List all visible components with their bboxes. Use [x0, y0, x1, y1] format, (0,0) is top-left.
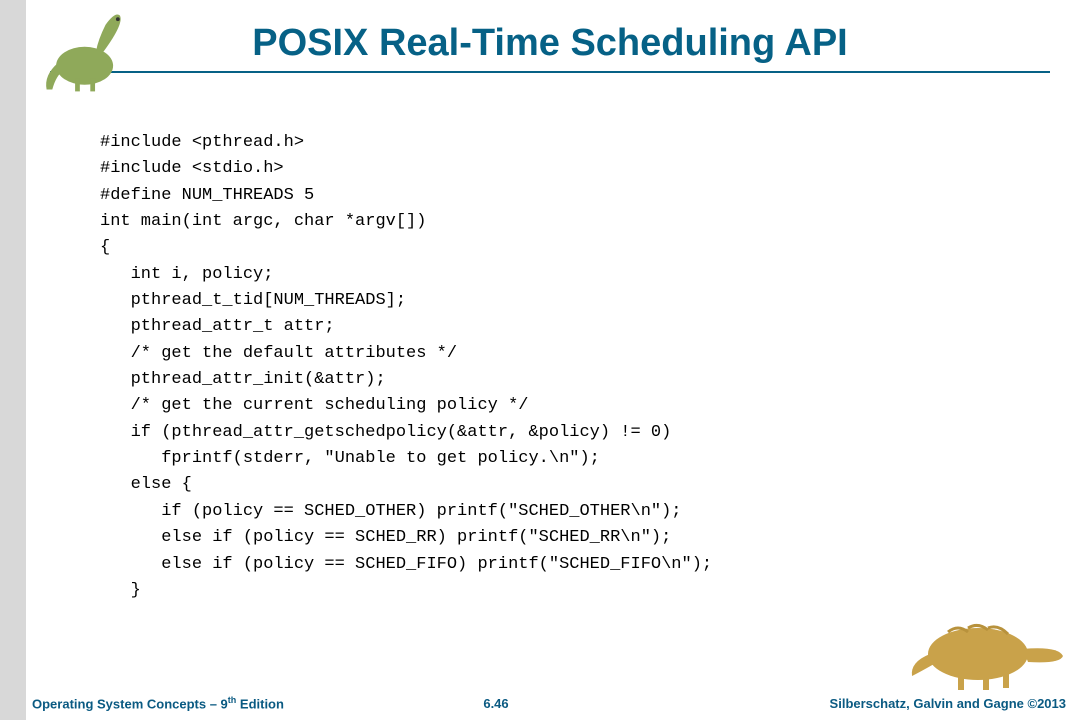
footer-book-title: Operating System Concepts – 9th Edition — [26, 695, 386, 711]
slide-header: POSIX Real-Time Scheduling API — [0, 0, 1080, 73]
footer-left-suffix: Edition — [236, 696, 284, 711]
slide-title: POSIX Real-Time Scheduling API — [120, 22, 980, 71]
code-listing: #include <pthread.h> #include <stdio.h> … — [100, 130, 712, 604]
dinosaur-bottom-icon — [908, 614, 1068, 694]
left-stripe — [0, 0, 26, 720]
dinosaur-top-icon — [34, 4, 139, 99]
slide-footer: Operating System Concepts – 9th Edition … — [26, 692, 1080, 714]
footer-left-prefix: Operating System Concepts – 9 — [32, 696, 228, 711]
footer-authors: Silberschatz, Galvin and Gagne ©2013 — [606, 696, 1080, 711]
footer-left-sup: th — [228, 695, 237, 705]
footer-page-number: 6.46 — [386, 696, 606, 711]
title-underline — [50, 71, 1050, 73]
